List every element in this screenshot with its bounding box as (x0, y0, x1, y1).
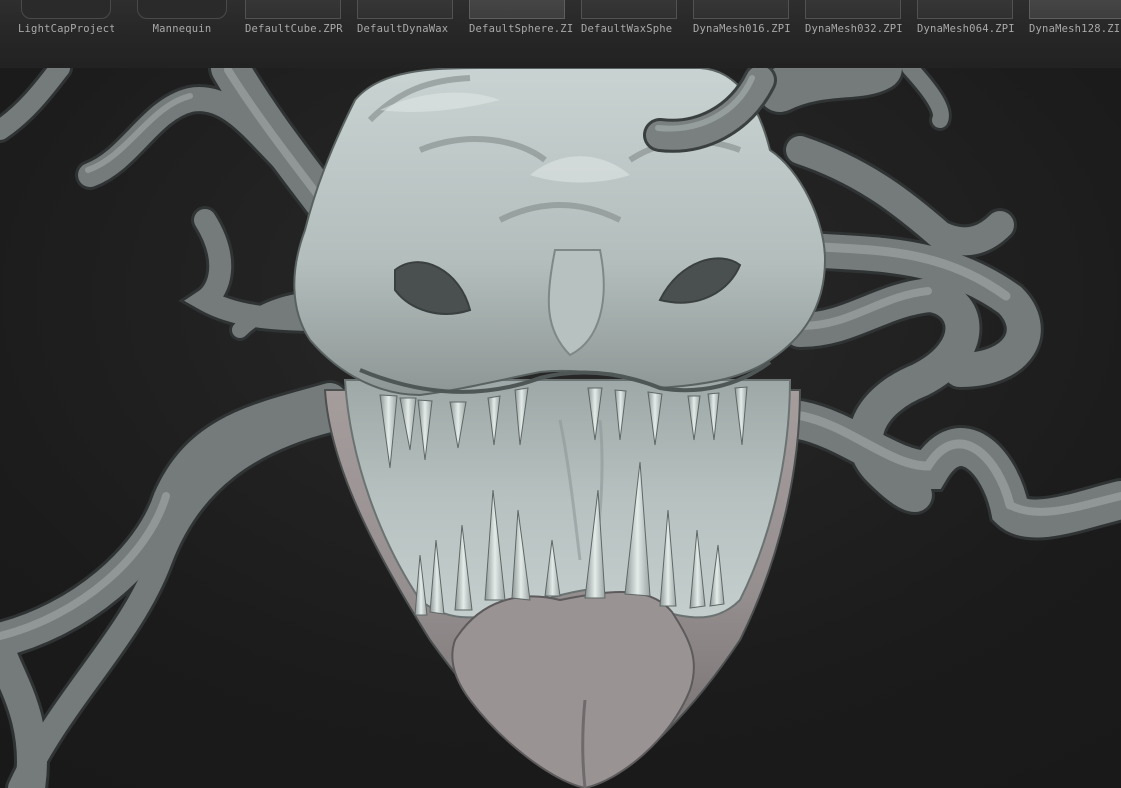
lightbox-file-defaultdynawax[interactable]: DefaultDynaWax (357, 0, 467, 68)
lightbox-item-label: LightCapProjects (18, 23, 114, 35)
lightbox-item-label: DynaMesh032.ZPI (805, 23, 903, 35)
lightbox-folder-mannequin[interactable]: Mannequin (134, 0, 244, 68)
lightbox-item-label: DynaMesh064.ZPI (917, 23, 1015, 35)
file-thumbnail (917, 0, 1013, 19)
lightbox-item-label: Mannequin (152, 23, 212, 35)
lightbox-file-defaultcube[interactable]: DefaultCube.ZPR (245, 0, 355, 68)
lightbox-file-dynamesh032[interactable]: DynaMesh032.ZPI (805, 0, 915, 68)
file-thumbnail (581, 0, 677, 19)
file-thumbnail (245, 0, 341, 19)
lightbox-item-label: DefaultDynaWax (357, 23, 449, 35)
sculpt-model[interactable] (0, 68, 1121, 788)
lightbox-item-label: DynaMesh128.ZI (1029, 23, 1121, 35)
file-thumbnail (805, 0, 901, 19)
folder-icon (137, 0, 227, 19)
lightbox-item-label: DefaultSphere.ZI (469, 23, 574, 35)
lightbox-item-label: DefaultWaxSphe (581, 23, 673, 35)
lightbox-file-defaultsphere[interactable]: DefaultSphere.ZI (469, 0, 579, 68)
folder-icon (21, 0, 111, 19)
lightbox-folder-lightcapprojects[interactable]: LightCapProjects (18, 0, 128, 68)
lightbox-file-defaultwaxsphere[interactable]: DefaultWaxSphe (581, 0, 691, 68)
lightbox-item-label: DefaultCube.ZPR (245, 23, 343, 35)
chin-plate (451, 591, 695, 788)
document-canvas[interactable] (0, 68, 1121, 788)
zbrush-app: LightCapProjects Mannequin DefaultCube.Z… (0, 0, 1121, 788)
lightbox-item-label: DynaMesh016.ZPI (693, 23, 791, 35)
lightbox-file-dynamesh128[interactable]: DynaMesh128.ZI (1029, 0, 1121, 68)
file-thumbnail (469, 0, 565, 19)
file-thumbnail (357, 0, 453, 19)
file-thumbnail (1029, 0, 1121, 19)
lightbox-file-dynamesh016[interactable]: DynaMesh016.ZPI (693, 0, 803, 68)
file-thumbnail (693, 0, 789, 19)
lightbox-file-dynamesh064[interactable]: DynaMesh064.ZPI (917, 0, 1027, 68)
lightbox-strip[interactable]: LightCapProjects Mannequin DefaultCube.Z… (0, 0, 1121, 69)
